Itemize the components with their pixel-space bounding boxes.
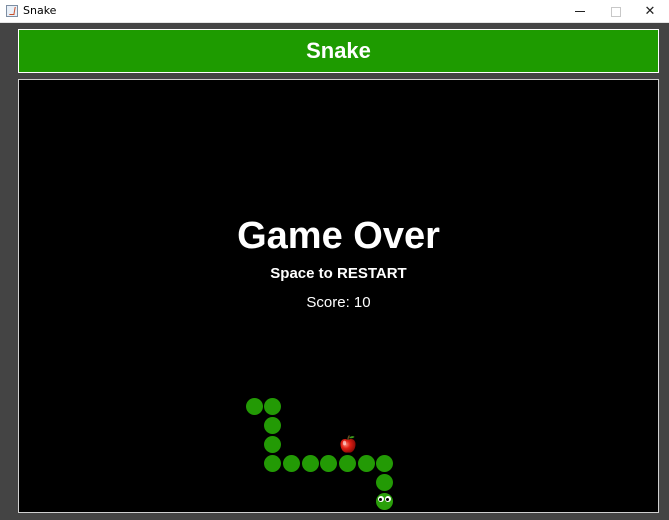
score-display: Score: 10 (19, 294, 658, 311)
window-titlebar: Snake ✕ (0, 0, 669, 23)
minimize-icon (575, 11, 585, 12)
window-title: Snake (23, 4, 57, 17)
snake-segment (320, 455, 337, 472)
snake-segment (376, 474, 393, 491)
close-icon: ✕ (644, 4, 656, 19)
snake-segment (264, 417, 281, 434)
snake-segment (302, 455, 319, 472)
close-button[interactable]: ✕ (627, 0, 669, 23)
snake-segment (283, 455, 300, 472)
snake-segment (264, 455, 281, 472)
snake-segment (264, 398, 281, 415)
game-board[interactable]: Game Over Space to RESTART Score: 10 (18, 79, 659, 513)
maximize-icon (611, 6, 621, 17)
snake-segment (339, 455, 356, 472)
restart-hint: Space to RESTART (270, 265, 407, 282)
window-content: Snake Game Over Space to RESTART Score: … (0, 23, 669, 520)
snake-segment (264, 436, 281, 453)
java-app-icon (6, 5, 18, 17)
snake-head (376, 493, 393, 510)
snake-segment (358, 455, 375, 472)
score-value: 10 (353, 294, 371, 311)
snake-eye (378, 496, 384, 502)
score-label: Score: (306, 294, 350, 311)
header-banner: Snake (18, 29, 659, 73)
apple-icon (340, 435, 356, 453)
game-over-text: Game Over (237, 215, 440, 257)
snake-segment (376, 455, 393, 472)
snake-eye (385, 496, 391, 502)
snake-segment (246, 398, 263, 415)
header-title: Snake (306, 38, 371, 63)
